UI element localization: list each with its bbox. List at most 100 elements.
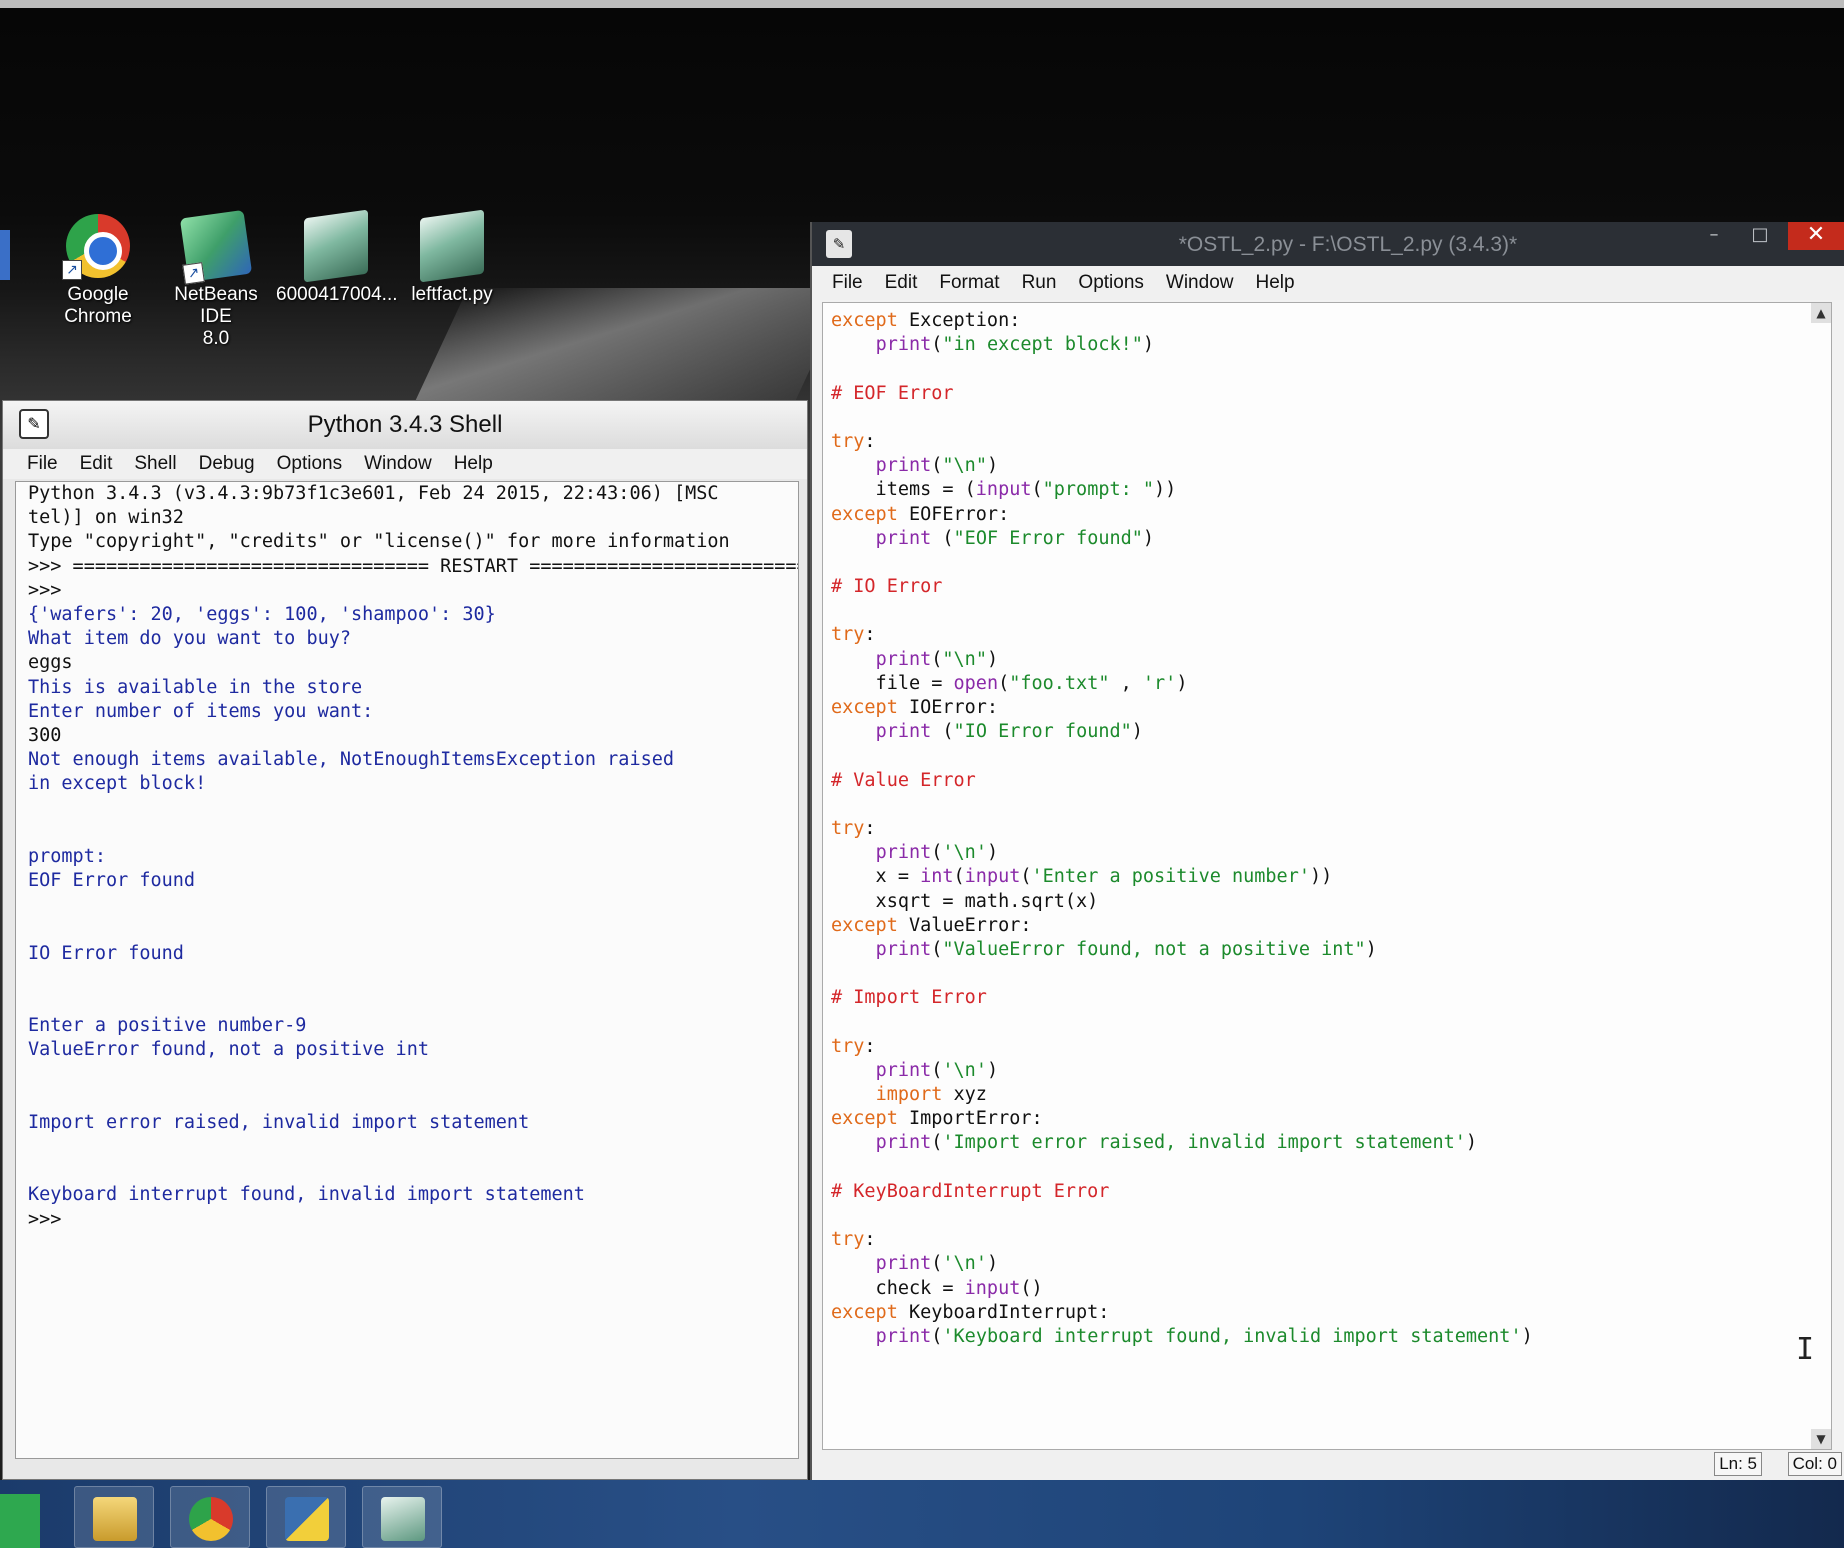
taskbar-python-idle[interactable] (266, 1486, 346, 1548)
code-token: Exception: (897, 310, 1021, 331)
code-line: # Value Error (823, 769, 1831, 793)
code-token: "IO Error found" (953, 721, 1132, 743)
code-line: try: (823, 623, 1831, 647)
shell-output-area[interactable]: Python 3.4.3 (v3.4.3:9b73f1c3e601, Feb 2… (15, 481, 799, 1459)
idle-app-icon[interactable]: ✎ (826, 230, 852, 258)
shell-menu-file[interactable]: File (27, 453, 58, 475)
code-token: # Import Error (831, 987, 987, 1009)
code-token: try (831, 430, 865, 452)
code-line: except KeyboardInterrupt: (823, 1301, 1831, 1325)
code-line: # KeyBoardInterrupt Error (823, 1180, 1831, 1204)
code-token: ( (953, 866, 965, 888)
shell-output-line: ValueError found, not a positive int (28, 1039, 429, 1061)
code-line: # EOF Error (823, 382, 1831, 406)
desktop-icon-chrome[interactable]: ↗ Google Chrome (38, 214, 158, 328)
shell-menu-debug[interactable]: Debug (199, 453, 255, 475)
code-token: : (864, 430, 876, 452)
scroll-down-arrow-icon[interactable]: ▼ (1811, 1429, 1831, 1449)
code-line: print('Keyboard interrupt found, invalid… (823, 1325, 1831, 1349)
code-token: ( (931, 648, 943, 670)
desktop-icon-leftfact[interactable]: leftfact.py (392, 209, 512, 306)
shell-output-line: Type "copyright", "credits" or "license(… (28, 531, 730, 553)
code-token: : (864, 1035, 876, 1057)
shell-output-line: prompt: (28, 845, 106, 867)
editor-menu-file[interactable]: File (832, 272, 863, 294)
code-token: # EOF Error (831, 382, 954, 404)
taskbar-python-file[interactable] (362, 1486, 442, 1548)
code-token: '\n' (942, 1059, 987, 1081)
code-editor-area[interactable]: except Exception: print("in except block… (822, 302, 1832, 1450)
code-token: ValueError: (897, 914, 1032, 936)
start-icon[interactable] (0, 1494, 40, 1548)
taskbar-chrome[interactable] (170, 1486, 250, 1548)
close-button[interactable]: ✕ (1788, 222, 1844, 250)
code-token: "ValueError found, not a positive int" (942, 938, 1366, 960)
code-token: # Value Error (831, 769, 976, 791)
code-token: 'r' (1142, 672, 1177, 694)
code-token: xsqrt = math.sqrt(x) (831, 890, 1099, 912)
editor-menu-window[interactable]: Window (1166, 272, 1234, 294)
file-explorer-icon (93, 1497, 137, 1541)
editor-menu-options[interactable]: Options (1078, 272, 1143, 294)
code-token: ) (1131, 721, 1143, 743)
code-token: try (831, 1035, 865, 1057)
taskbar-file-explorer[interactable] (74, 1486, 154, 1548)
editor-window[interactable]: ✎ *OSTL_2.py - F:\OSTL_2.py (3.4.3)* – □… (810, 222, 1844, 1480)
editor-title-bar[interactable]: ✎ *OSTL_2.py - F:\OSTL_2.py (3.4.3)* – □… (812, 222, 1844, 266)
chrome-icon: ↗ (62, 214, 130, 280)
shell-output-line: 300 (28, 724, 62, 746)
partial-desktop-icon (0, 230, 10, 280)
code-token: ( (1031, 479, 1043, 501)
code-token: # KeyBoardInterrupt Error (831, 1180, 1110, 1202)
editor-menu-run[interactable]: Run (1022, 272, 1057, 294)
python-shell-window[interactable]: ✎ Python 3.4.3 Shell File Edit Shell Deb… (2, 400, 808, 1480)
shell-menu-window[interactable]: Window (364, 453, 432, 475)
shell-output-line (16, 821, 798, 845)
code-token: ) (986, 648, 999, 670)
status-line-number: Ln: 5 (1714, 1452, 1762, 1476)
editor-menubar: File Edit Format Run Options Window Help (812, 266, 1844, 300)
code-token: ) (986, 1253, 999, 1275)
code-token: print (875, 938, 932, 960)
shell-menu-shell[interactable]: Shell (134, 453, 176, 475)
code-token: ) (1142, 527, 1155, 549)
shell-output-line: Enter number of items you want: (28, 700, 374, 722)
shell-menu-edit[interactable]: Edit (80, 453, 113, 475)
code-token: int (920, 866, 954, 888)
code-line: print("\n") (823, 454, 1831, 478)
maximize-button[interactable]: □ (1740, 222, 1780, 250)
shell-output-line: This is available in the store (28, 676, 363, 698)
shell-output-line: Keyboard interrupt found, invalid import… (28, 1184, 585, 1206)
python-file-icon (304, 209, 368, 283)
shell-menu-help[interactable]: Help (454, 453, 493, 475)
code-line: except ImportError: (823, 1107, 1831, 1131)
shell-output-line (16, 917, 798, 941)
desktop-icon-netbeans[interactable]: ↗ NetBeans IDE 8.0 (156, 209, 276, 350)
code-token: file = (831, 672, 954, 694)
desktop-icon-file-6000417004[interactable]: 6000417004... (276, 209, 398, 306)
code-line: # IO Error (823, 575, 1831, 599)
shell-menubar: File Edit Shell Debug Options Window Hel… (3, 449, 807, 479)
code-token: ) (1176, 672, 1188, 694)
code-token: )) (1154, 479, 1177, 501)
code-token: # IO Error (831, 576, 943, 598)
minimize-button[interactable]: – (1694, 222, 1734, 250)
code-token: open (953, 672, 999, 694)
editor-menu-help[interactable]: Help (1255, 272, 1294, 294)
code-line: print('\n') (823, 841, 1831, 865)
shell-title-bar[interactable]: ✎ Python 3.4.3 Shell (3, 401, 807, 449)
shell-menu-options[interactable]: Options (277, 453, 342, 475)
editor-menu-format[interactable]: Format (939, 272, 999, 294)
desktop-icon-label: leftfact.py (411, 284, 493, 305)
python-idle-icon (285, 1497, 329, 1541)
code-token: ) (986, 455, 999, 477)
code-line: print("in except block!") (823, 333, 1831, 357)
editor-menu-edit[interactable]: Edit (885, 272, 918, 294)
scroll-up-arrow-icon[interactable]: ▲ (1811, 303, 1831, 323)
